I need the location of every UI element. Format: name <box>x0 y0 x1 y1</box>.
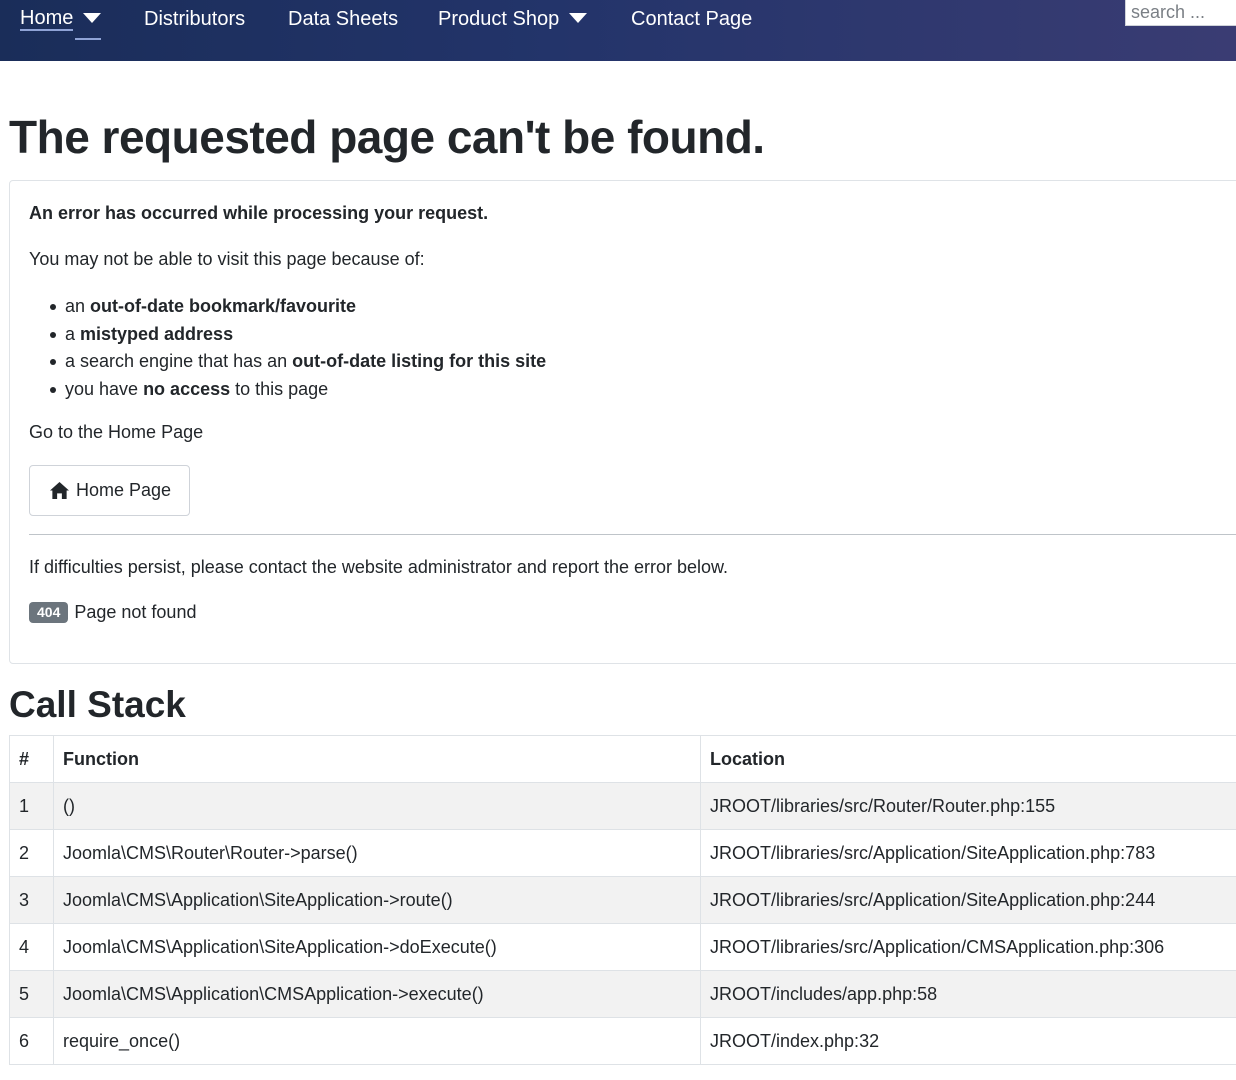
nav-item-home[interactable]: Home <box>20 6 102 40</box>
cell-location: JROOT/index.php:32 <box>700 1017 1236 1065</box>
home-icon <box>50 481 69 500</box>
nav-item-label: Contact Page <box>631 7 753 30</box>
nav-item-distributors[interactable]: Distributors <box>144 6 245 32</box>
cell-function: require_once() <box>53 1017 701 1065</box>
nav-item-label: Home <box>20 7 74 31</box>
error-intro: You may not be able to visit this page b… <box>29 249 425 269</box>
cell-location: JROOT/libraries/src/Application/SiteAppl… <box>700 876 1236 924</box>
cell-function: Joomla\CMS\Router\Router->parse() <box>53 829 701 877</box>
cell-location: JROOT/includes/app.php:58 <box>700 970 1236 1018</box>
error-message: Page not found <box>74 602 197 622</box>
table-row: 1 () JROOT/libraries/src/Router/Router.p… <box>9 782 1236 830</box>
cell-number: 4 <box>9 923 54 971</box>
nav-item-product-shop[interactable]: Product Shop <box>438 6 588 32</box>
nav-item-contact-page[interactable]: Contact Page <box>631 6 752 32</box>
cell-number: 2 <box>9 829 54 877</box>
home-button-label: Home Page <box>76 480 172 500</box>
table-row: 4 Joomla\CMS\Application\SiteApplication… <box>9 923 1236 971</box>
table-header-row: # Function Location <box>9 735 1236 783</box>
list-item: you have no access to this page <box>29 376 546 404</box>
list-item: an out-of-date bookmark/favourite <box>29 293 546 321</box>
top-navbar: Home Distributors Data Sheets Product Sh… <box>0 0 1236 61</box>
cell-function: Joomla\CMS\Application\SiteApplication->… <box>53 923 701 971</box>
goto-home-text: Go to the Home Page <box>29 422 204 442</box>
call-stack-title: Call Stack <box>9 684 186 725</box>
list-item: a mistyped address <box>29 321 546 349</box>
divider <box>29 534 1236 535</box>
reasons-list: an out-of-date bookmark/favourite a mist… <box>29 293 546 403</box>
error-heading: An error has occurred while processing y… <box>29 203 489 223</box>
table-row: 5 Joomla\CMS\Application\CMSApplication-… <box>9 970 1236 1018</box>
table-row: 2 Joomla\CMS\Router\Router->parse() JROO… <box>9 829 1236 877</box>
home-dropdown-toggle[interactable] <box>75 7 102 40</box>
status-badge: 404 <box>29 602 69 623</box>
column-header-function: Function <box>53 735 701 783</box>
list-item: a search engine that has an out-of-date … <box>29 348 546 376</box>
call-stack-table: # Function Location 1 () JROOT/libraries… <box>9 735 1236 1065</box>
page-title: The requested page can't be found. <box>9 111 765 163</box>
caret-down-icon <box>83 12 102 23</box>
error-code-row: 404 Page not found <box>29 602 196 623</box>
cell-function: Joomla\CMS\Application\CMSApplication->e… <box>53 970 701 1018</box>
cell-number: 5 <box>9 970 54 1018</box>
nav-item-label: Distributors <box>144 7 246 30</box>
persist-text: If difficulties persist, please contact … <box>29 557 729 577</box>
cell-number: 6 <box>9 1017 54 1065</box>
table-row: 6 require_once() JROOT/index.php:32 <box>9 1017 1236 1065</box>
column-header-location: Location <box>700 735 1236 783</box>
caret-down-icon[interactable] <box>569 13 588 23</box>
cell-function: () <box>53 782 701 830</box>
cell-number: 1 <box>9 782 54 830</box>
home-page-button[interactable]: Home Page <box>29 465 190 516</box>
cell-location: JROOT/libraries/src/Router/Router.php:15… <box>700 782 1236 830</box>
nav-item-label: Product Shop <box>438 7 560 30</box>
cell-location: JROOT/libraries/src/Application/SiteAppl… <box>700 829 1236 877</box>
cell-number: 3 <box>9 876 54 924</box>
search-input[interactable] <box>1125 0 1236 26</box>
cell-location: JROOT/libraries/src/Application/CMSAppli… <box>700 923 1236 971</box>
nav-item-label: Data Sheets <box>288 7 399 30</box>
column-header-number: # <box>9 735 54 783</box>
table-row: 3 Joomla\CMS\Application\SiteApplication… <box>9 876 1236 924</box>
cell-function: Joomla\CMS\Application\SiteApplication->… <box>53 876 701 924</box>
nav-item-data-sheets[interactable]: Data Sheets <box>288 6 398 32</box>
error-card: An error has occurred while processing y… <box>9 180 1236 664</box>
